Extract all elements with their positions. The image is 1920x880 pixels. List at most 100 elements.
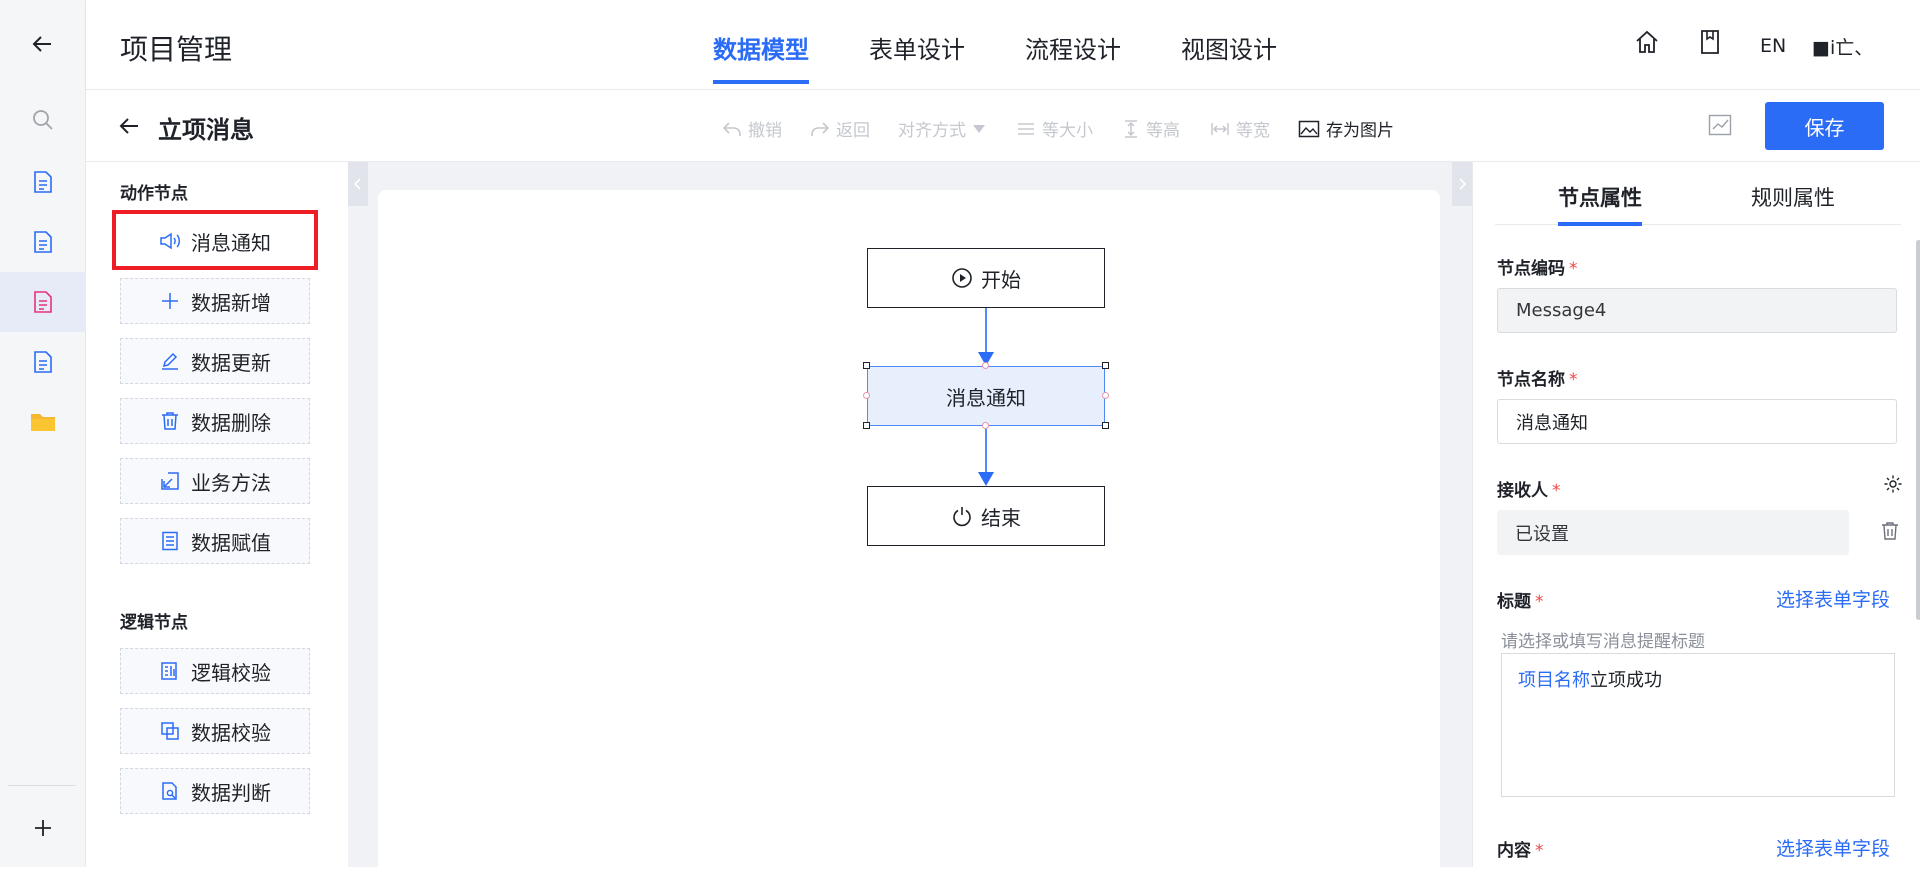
top-header: 项目管理 数据模型 表单设计 流程设计 视图设计 EN ■ⅰ亡、: [86, 0, 1920, 90]
resize-handle[interactable]: [863, 422, 870, 429]
same-size-label: 等大小: [1042, 121, 1093, 141]
canvas-area: 开始 消息通知 结束: [348, 162, 1472, 880]
left-nav-rail: [0, 0, 86, 867]
chevron-left-icon: [353, 178, 361, 190]
palette-node-data-update[interactable]: 数据更新: [120, 338, 310, 384]
node-name-field[interactable]: [1497, 399, 1897, 444]
content-label-text: 内容: [1497, 841, 1531, 861]
palette-node-business-method[interactable]: 业务方法: [120, 458, 310, 504]
title-label: 标题 *: [1497, 587, 1544, 612]
node-code-field[interactable]: [1497, 288, 1897, 333]
trash-icon[interactable]: [1880, 521, 1900, 545]
palette-node-label: 数据判断: [191, 780, 271, 805]
palette-node-label: 逻辑校验: [191, 660, 271, 685]
collapse-right-button[interactable]: [1452, 162, 1472, 206]
rail-divider: [8, 785, 76, 786]
redo-button[interactable]: 返回: [810, 116, 870, 141]
trash-icon: [159, 410, 181, 432]
tab-node-properties[interactable]: 节点属性: [1558, 182, 1642, 212]
node-name-label: 节点名称 *: [1497, 365, 1578, 390]
active-tab-underline: [713, 80, 809, 84]
document-icon[interactable]: [0, 212, 86, 272]
palette-node-data-add[interactable]: 数据新增: [120, 278, 310, 324]
save-button[interactable]: 保存: [1765, 102, 1884, 150]
title-editor[interactable]: 项目名称立项成功: [1501, 653, 1895, 797]
same-width-label: 等宽: [1236, 121, 1270, 141]
folder-icon[interactable]: [0, 392, 86, 452]
document-icon[interactable]: [0, 152, 86, 212]
panel-scrollbar[interactable]: [1916, 240, 1920, 620]
connection-anchor[interactable]: [982, 422, 989, 429]
required-mark: *: [1535, 841, 1544, 861]
image-icon: [1298, 120, 1320, 137]
flow-node-start[interactable]: 开始: [867, 248, 1105, 308]
collapse-left-button[interactable]: [348, 162, 368, 206]
palette-node-logic-check[interactable]: 逻辑校验: [120, 648, 310, 694]
same-height-button[interactable]: 等高: [1122, 116, 1180, 141]
same-size-button[interactable]: 等大小: [1016, 116, 1093, 141]
app-title: 项目管理: [120, 33, 233, 66]
node-name-label-text: 节点名称: [1497, 370, 1565, 390]
field-tag[interactable]: 项目名称: [1518, 670, 1590, 691]
flow-node-label: 结束: [981, 505, 1021, 530]
back-arrow-icon[interactable]: [0, 14, 86, 74]
flow-node-label: 消息通知: [946, 385, 1026, 410]
resize-handle[interactable]: [1102, 362, 1109, 369]
flow-node-end[interactable]: 结束: [867, 486, 1105, 546]
selection-highlight-box: [112, 210, 318, 270]
node-code-label-text: 节点编码: [1497, 259, 1565, 279]
select-form-field-link[interactable]: 选择表单字段: [1776, 585, 1890, 612]
content-label: 内容 *: [1497, 836, 1544, 861]
palette-node-label: 数据校验: [191, 720, 271, 745]
tab-rule-properties[interactable]: 规则属性: [1751, 182, 1835, 212]
flow-node-label: 开始: [981, 267, 1021, 292]
receiver-field[interactable]: [1497, 510, 1849, 555]
properties-panel: 节点属性 规则属性 节点编码* 节点名称* 接收人* 标题* 选择表单字段 请选…: [1472, 162, 1920, 867]
pencil-icon: [159, 350, 181, 372]
save-image-button[interactable]: 存为图片: [1298, 116, 1394, 141]
tab-view-design[interactable]: 视图设计: [1181, 30, 1277, 65]
document-icon[interactable]: [0, 332, 86, 392]
search-icon[interactable]: [0, 90, 86, 150]
checklist-icon: [159, 660, 181, 682]
undo-button[interactable]: 撤销: [722, 116, 782, 141]
connection-anchor[interactable]: [982, 362, 989, 369]
palette-node-data-judge[interactable]: 数据判断: [120, 768, 310, 814]
tab-form-design[interactable]: 表单设计: [869, 30, 965, 65]
connection-anchor[interactable]: [863, 392, 870, 399]
same-height-label: 等高: [1146, 121, 1180, 141]
resize-handle[interactable]: [1102, 422, 1109, 429]
connection-anchor[interactable]: [1102, 392, 1109, 399]
flow-canvas[interactable]: 开始 消息通知 结束: [378, 190, 1440, 880]
chart-preview-icon[interactable]: [1708, 114, 1732, 140]
play-circle-icon: [952, 268, 972, 288]
home-icon[interactable]: [1633, 28, 1661, 56]
align-dropdown[interactable]: 对齐方式: [898, 116, 986, 141]
flow-node-message[interactable]: 消息通知: [867, 366, 1105, 426]
tab-divider: [1495, 224, 1901, 225]
select-form-field-link[interactable]: 选择表单字段: [1776, 834, 1890, 861]
plus-icon[interactable]: [0, 798, 86, 858]
required-mark: *: [1535, 592, 1544, 612]
palette-node-data-check[interactable]: 数据校验: [120, 708, 310, 754]
user-name[interactable]: ■ⅰ亡、: [1812, 33, 1873, 60]
palette-node-label: 数据新增: [191, 290, 271, 315]
active-tab-underline: [1558, 222, 1642, 226]
resize-handle[interactable]: [863, 362, 870, 369]
power-icon: [953, 507, 971, 527]
gear-icon[interactable]: [1883, 474, 1903, 498]
tab-process-design[interactable]: 流程设计: [1025, 30, 1121, 65]
receiver-label: 接收人 *: [1497, 476, 1561, 501]
palette-node-label: 业务方法: [191, 470, 271, 495]
document-icon[interactable]: [0, 272, 86, 332]
palette-node-data-assign[interactable]: 数据赋值: [120, 518, 310, 564]
designer-toolbar: 立项消息 撤销 返回 对齐方式 等大小 等高 等宽 存为图片 保存: [86, 90, 1920, 162]
caret-down-icon: [973, 124, 985, 133]
required-mark: *: [1552, 481, 1561, 501]
tab-data-model[interactable]: 数据模型: [713, 30, 809, 65]
book-icon[interactable]: [1698, 28, 1722, 56]
palette-node-data-delete[interactable]: 数据删除: [120, 398, 310, 444]
language-switch[interactable]: EN: [1760, 35, 1786, 57]
back-arrow-icon[interactable]: [116, 114, 142, 142]
same-width-button[interactable]: 等宽: [1210, 116, 1270, 141]
